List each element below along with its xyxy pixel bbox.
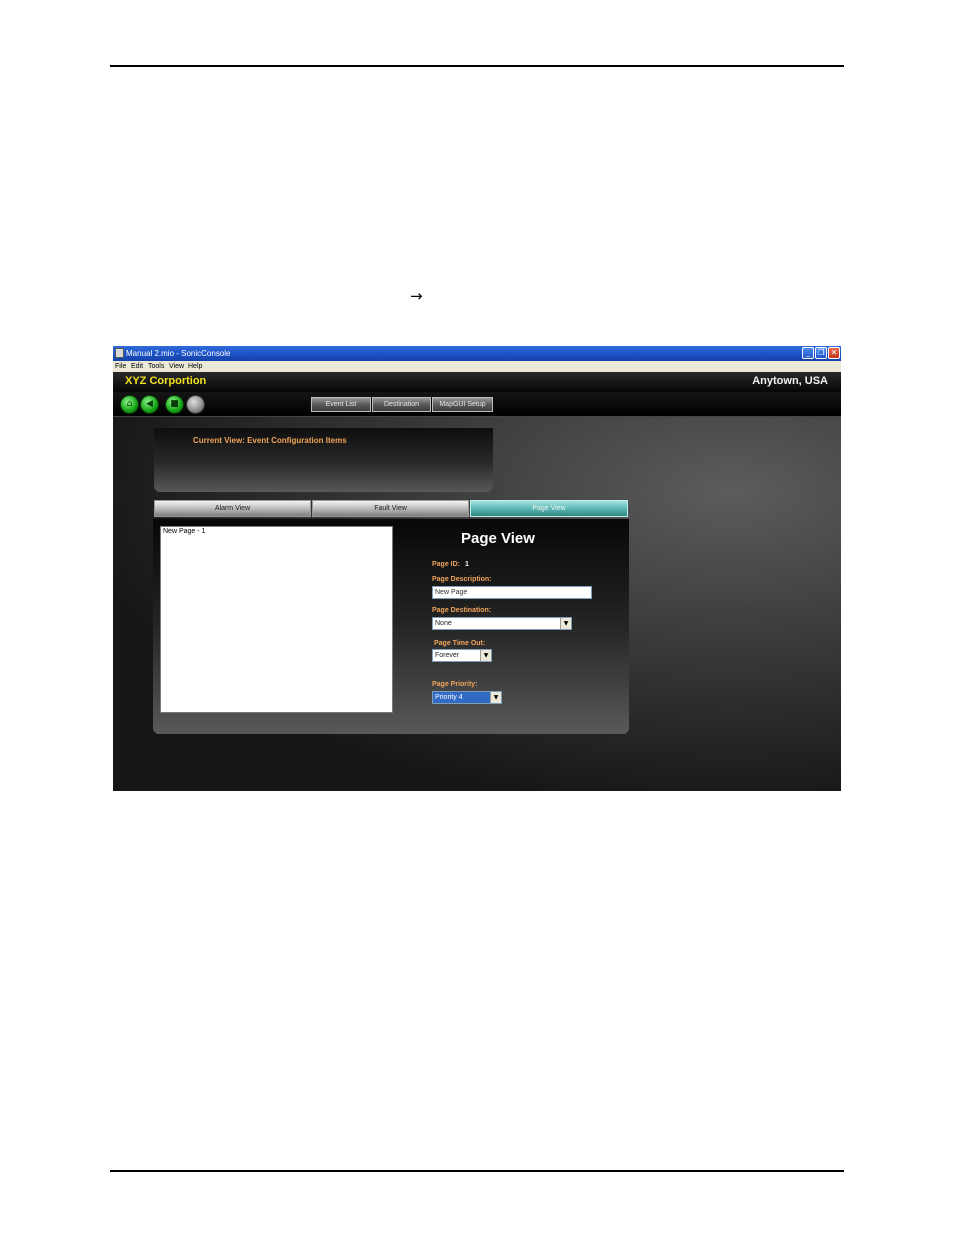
- current-view-panel: Current View: Event Configuration Items: [154, 428, 493, 492]
- top-rule: [110, 65, 844, 67]
- menu-help[interactable]: Help: [188, 361, 202, 372]
- page-destination-label: Page Destination:: [432, 607, 492, 614]
- menu-tools[interactable]: Tools: [148, 361, 164, 372]
- page-destination-value: None: [435, 620, 452, 627]
- page-view-panel: New Page - 1 Page View Page ID: 1 Page D…: [153, 519, 629, 734]
- tab-fault-view[interactable]: Fault View: [312, 500, 469, 517]
- app-header: XYZ Corportion Anytown, USA: [113, 372, 841, 392]
- title-bar: Manual 2.mio - SonicConsole _ ❐ ✕: [113, 346, 841, 361]
- destination-button[interactable]: Destination: [372, 397, 431, 412]
- company-name: XYZ Corportion: [125, 375, 207, 387]
- page-view-title: Page View: [461, 530, 535, 547]
- location-name: Anytown, USA: [752, 375, 828, 387]
- menu-edit[interactable]: Edit: [131, 361, 143, 372]
- page-priority-select[interactable]: Priority 4 ▼: [432, 691, 502, 704]
- toolbar: ⌂ ◀ ■ Event List Destination MapGUI Setu…: [113, 392, 841, 417]
- page-list[interactable]: New Page - 1: [160, 526, 393, 713]
- event-list-button[interactable]: Event List: [311, 397, 371, 412]
- mapgui-setup-button[interactable]: MapGUI Setup: [432, 397, 493, 412]
- page-timeout-label: Page Time Out:: [434, 640, 486, 647]
- chevron-down-icon[interactable]: ▼: [480, 650, 491, 661]
- bottom-rule: [110, 1170, 844, 1172]
- chevron-down-icon[interactable]: ▼: [560, 618, 571, 629]
- menu-file[interactable]: File: [115, 361, 126, 372]
- page-priority-value: Priority 4: [435, 694, 463, 701]
- tab-alarm-view[interactable]: Alarm View: [154, 500, 311, 517]
- page-destination-select[interactable]: None ▼: [432, 617, 572, 630]
- arrow-glyph: →: [410, 287, 423, 305]
- menu-view[interactable]: View: [169, 361, 184, 372]
- page-description-field[interactable]: New Page: [432, 586, 592, 599]
- view-tabs: Alarm View Fault View Page View: [153, 499, 629, 519]
- page-description-label: Page Description:: [432, 576, 492, 583]
- page-id-value: 1: [465, 561, 469, 568]
- back-icon[interactable]: ◀: [141, 396, 158, 413]
- page-timeout-value: Forever: [435, 652, 460, 659]
- maximize-button[interactable]: ❐: [815, 347, 827, 359]
- stop-icon[interactable]: ■: [166, 396, 183, 413]
- minimize-button[interactable]: _: [802, 347, 814, 359]
- tab-page-view[interactable]: Page View: [470, 500, 628, 517]
- close-button[interactable]: ✕: [828, 347, 840, 359]
- disabled-icon: [187, 396, 204, 413]
- list-item[interactable]: New Page - 1: [163, 528, 205, 535]
- main-content: Current View: Event Configuration Items …: [113, 417, 841, 791]
- page-timeout-select[interactable]: Forever ▼: [432, 649, 492, 662]
- window-title: Manual 2.mio - SonicConsole: [126, 349, 231, 358]
- app-icon: [115, 348, 124, 358]
- current-view-label: Current View: Event Configuration Items: [193, 436, 347, 445]
- chevron-down-icon[interactable]: ▼: [490, 692, 501, 703]
- page-id-label: Page ID:: [432, 561, 461, 568]
- page-priority-label: Page Priority:: [432, 681, 478, 688]
- menu-bar: File Edit Tools View Help: [113, 361, 841, 372]
- home-icon[interactable]: ⌂: [121, 396, 138, 413]
- app-window: Manual 2.mio - SonicConsole _ ❐ ✕ File E…: [113, 346, 841, 791]
